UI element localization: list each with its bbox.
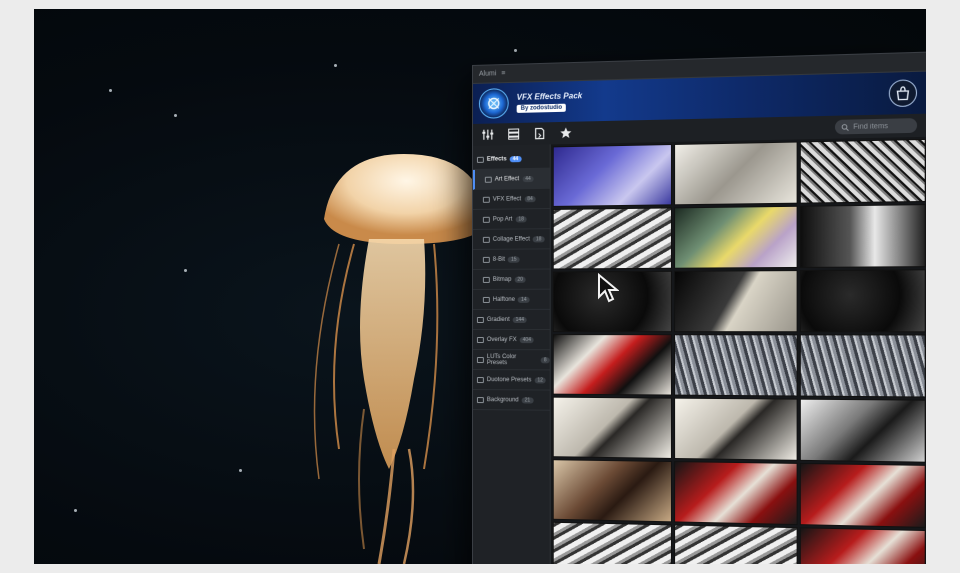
- plugin-panel: Alumi ≡ VFX Effects Pack By zodostudio F…: [472, 52, 926, 564]
- star: [514, 49, 517, 52]
- jellyfish-image: [294, 149, 494, 564]
- effect-thumbnail[interactable]: [553, 397, 673, 459]
- effect-thumbnail[interactable]: [799, 527, 925, 564]
- effect-thumbnail[interactable]: [799, 139, 925, 204]
- category-sidebar: Effects 44 Art Effect 44 VFX Effect 84 Pop Art…: [473, 144, 551, 564]
- category-item[interactable]: Bitmap 20: [473, 270, 550, 290]
- folder-icon: [485, 176, 492, 182]
- category-label: Pop Art: [493, 216, 513, 222]
- star: [239, 469, 242, 472]
- category-item[interactable]: Overlay FX 404: [473, 330, 550, 350]
- category-label: Halftone: [493, 296, 515, 302]
- category-item[interactable]: 8-Bit 15: [473, 249, 550, 270]
- effect-thumbnail[interactable]: [674, 524, 797, 564]
- effect-thumbnail[interactable]: [674, 334, 797, 396]
- effect-thumbnail[interactable]: [674, 461, 797, 525]
- category-count-badge: 84: [524, 196, 536, 202]
- category-count-badge: 15: [508, 256, 520, 262]
- category-count-badge: 14: [518, 296, 530, 302]
- folder-icon: [483, 276, 490, 282]
- sliders-icon[interactable]: [481, 127, 495, 141]
- category-count-badge: 44: [510, 156, 522, 162]
- shopping-bag-icon: [895, 86, 910, 101]
- window-title: Alumi: [479, 70, 496, 78]
- category-label: Background: [487, 397, 519, 403]
- category-item[interactable]: Halftone 14: [473, 290, 550, 310]
- star: [174, 114, 177, 117]
- effect-thumbnail[interactable]: [553, 522, 673, 564]
- effect-thumbnail[interactable]: [674, 270, 797, 332]
- category-count-badge: 20: [514, 276, 526, 282]
- effect-thumbnail[interactable]: [799, 334, 925, 397]
- star-icon[interactable]: [559, 126, 573, 140]
- effect-thumbnail[interactable]: [553, 207, 673, 269]
- effect-thumbnail[interactable]: [553, 334, 673, 395]
- layers-icon[interactable]: [507, 127, 521, 141]
- folder-icon: [477, 337, 484, 343]
- category-label: Bitmap: [493, 276, 512, 282]
- folder-icon: [477, 357, 484, 363]
- folder-icon: [483, 216, 490, 222]
- category-item[interactable]: Effects 44: [473, 148, 550, 170]
- document-icon[interactable]: [533, 126, 547, 140]
- category-item[interactable]: Pop Art 18: [473, 209, 550, 230]
- mouse-cursor-icon: [597, 273, 619, 303]
- effect-thumbnail[interactable]: [553, 459, 673, 522]
- category-count-badge: 12: [534, 377, 546, 383]
- folder-icon: [477, 156, 484, 162]
- search-box[interactable]: [835, 118, 917, 134]
- category-count-badge: 21: [522, 397, 534, 403]
- folder-icon: [483, 256, 490, 262]
- effect-thumbnail[interactable]: [674, 206, 797, 269]
- effect-thumbnail[interactable]: [799, 399, 925, 463]
- category-count-badge: 144: [513, 316, 527, 322]
- folder-icon: [477, 397, 484, 403]
- publisher-label: By zodostudio: [517, 104, 567, 113]
- category-count-badge: 18: [515, 216, 527, 222]
- vfx-logo-icon: [479, 88, 509, 119]
- category-item[interactable]: Duotone Presets 12: [473, 370, 550, 391]
- effects-grid: [551, 137, 926, 564]
- category-label: 8-Bit: [493, 256, 505, 262]
- folder-icon: [477, 316, 484, 322]
- shop-button[interactable]: [889, 79, 917, 107]
- folder-icon: [483, 296, 490, 302]
- category-label: VFX Effect: [493, 196, 521, 202]
- category-count-badge: 404: [520, 337, 534, 343]
- category-label: LUTs Color Presets: [487, 354, 538, 366]
- effect-thumbnail[interactable]: [799, 463, 925, 528]
- category-item[interactable]: Background 21: [473, 390, 550, 411]
- effect-thumbnail[interactable]: [553, 144, 673, 207]
- menu-icon[interactable]: ≡: [501, 70, 505, 77]
- category-label: Duotone Presets: [487, 377, 532, 383]
- effect-thumbnail[interactable]: [799, 269, 925, 332]
- folder-icon: [483, 236, 490, 242]
- category-item[interactable]: Art Effect 44: [473, 169, 550, 190]
- category-item[interactable]: VFX Effect 84: [473, 189, 550, 210]
- category-item[interactable]: LUTs Color Presets 8: [473, 350, 550, 370]
- category-label: Gradient: [487, 316, 510, 322]
- effect-thumbnail[interactable]: [799, 204, 925, 268]
- effect-thumbnail[interactable]: [674, 398, 797, 461]
- search-icon: [841, 123, 849, 130]
- folder-icon: [483, 196, 490, 202]
- star: [184, 269, 187, 272]
- star: [74, 509, 77, 512]
- category-item[interactable]: Collage Effect 18: [473, 229, 550, 250]
- category-label: Effects: [487, 156, 507, 162]
- star: [334, 64, 337, 67]
- category-count-badge: 18: [533, 236, 545, 242]
- star: [109, 89, 112, 92]
- category-item[interactable]: Gradient 144: [473, 310, 550, 330]
- category-count-badge: 8: [541, 357, 550, 363]
- video-background: Alumi ≡ VFX Effects Pack By zodostudio F…: [34, 9, 926, 564]
- search-input[interactable]: [853, 122, 914, 131]
- category-label: Art Effect: [495, 176, 519, 182]
- category-count-badge: 44: [522, 175, 534, 181]
- pack-title: VFX Effects Pack: [517, 91, 583, 102]
- folder-icon: [477, 377, 484, 383]
- category-label: Overlay FX: [487, 337, 517, 343]
- effect-thumbnail[interactable]: [674, 141, 797, 205]
- category-label: Collage Effect: [493, 236, 530, 242]
